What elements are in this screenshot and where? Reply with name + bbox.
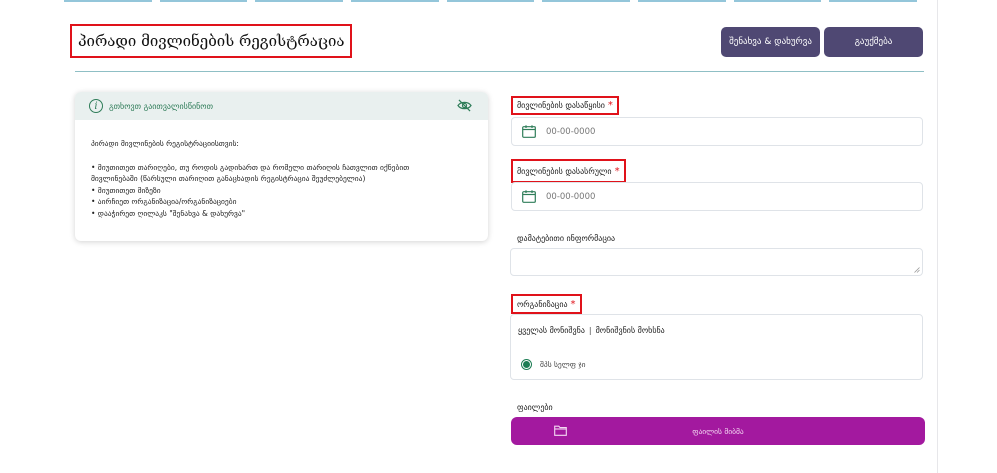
separator: |	[588, 326, 592, 335]
top-tab[interactable]	[638, 0, 726, 2]
top-tab[interactable]	[733, 0, 822, 2]
top-tab[interactable]	[829, 0, 918, 2]
organization-actions: ყველას მონიშვნა | მონიშვნის მოხსნა	[518, 326, 665, 335]
files-label: ფაილები	[517, 402, 553, 412]
end-date-label: მივლინების დასასრული *	[511, 159, 626, 183]
info-card-title: გთხოვთ გაითვალისწინოთ	[109, 101, 213, 111]
attach-file-button[interactable]: ფაილის მიბმა	[511, 417, 925, 445]
info-icon: i	[89, 99, 103, 113]
select-all-link[interactable]: ყველას მონიშვნა	[518, 326, 585, 335]
radio-selected-dot	[523, 361, 530, 368]
info-card: i გთხოვთ გაითვალისწინოთ პირადი მივლინები…	[75, 92, 488, 241]
top-tab[interactable]	[542, 0, 631, 2]
info-item: • მიუთითეთ თარიღები, თუ როდის გადიხართ დ…	[91, 162, 410, 184]
start-date-label: მივლინების დასაწყისი *	[511, 96, 619, 115]
end-date-label-text: მივლინების დასასრული	[517, 166, 612, 176]
extra-info-label: დამატებითი ინფორმაცია	[517, 233, 616, 243]
page-title: პირადი მივლინების რეგისტრაცია	[70, 24, 353, 58]
organization-option[interactable]: შპს სელფ ჯი	[521, 359, 586, 370]
top-tab[interactable]	[255, 0, 344, 2]
top-tab-strip	[64, 0, 918, 2]
resize-grip-icon[interactable]	[914, 267, 920, 273]
panel-edge	[937, 0, 938, 473]
start-date-label-text: მივლინების დასაწყისი	[517, 101, 605, 110]
top-tab[interactable]	[351, 0, 439, 2]
start-date-input[interactable]: 00-00-0000	[511, 117, 923, 146]
top-tab[interactable]	[64, 0, 152, 2]
header-divider	[75, 71, 924, 72]
top-tab[interactable]	[159, 0, 248, 2]
end-date-input[interactable]: 00-00-0000	[511, 182, 923, 211]
info-card-header: i გთხოვთ გაითვალისწინოთ	[75, 92, 488, 120]
organization-option-label[interactable]: შპს სელფ ჯი	[540, 360, 586, 369]
organization-box: ყველას მონიშვნა | მონიშვნის მოხსნა შპს სელ…	[510, 314, 923, 380]
organization-label-text: ორგანიზაცია	[517, 299, 568, 309]
required-mark: *	[570, 298, 576, 310]
info-intro: პირადი მივლინების რეგისტრაციისთვის:	[91, 139, 239, 148]
info-item: • დააჭირეთ ღილაკს "შენახვა & დახურვა"	[91, 208, 246, 218]
attach-file-label: ფაილის მიბმა	[692, 426, 744, 436]
eye-slash-icon[interactable]	[457, 99, 472, 112]
calendar-icon[interactable]	[522, 125, 536, 138]
organization-radio[interactable]	[521, 359, 532, 370]
top-tab[interactable]	[446, 0, 535, 2]
calendar-icon[interactable]	[522, 190, 536, 203]
info-card-body: პირადი მივლინების რეგისტრაციისთვის: • მი…	[75, 120, 488, 219]
extra-info-textarea[interactable]	[510, 248, 923, 276]
deselect-all-link[interactable]: მონიშვნის მოხსნა	[596, 326, 665, 335]
required-mark: *	[614, 165, 620, 177]
info-item: • აირჩიეთ ორგანიზაცია/ორგანიზაციები	[91, 197, 237, 206]
cancel-button[interactable]: გაუქმება	[824, 27, 923, 57]
organization-label: ორგანიზაცია *	[511, 294, 582, 314]
required-mark: *	[607, 100, 613, 111]
registration-page: პირადი მივლინების რეგისტრაცია შენახვა & …	[0, 0, 997, 473]
save-close-button[interactable]: შენახვა & დახურვა	[721, 27, 820, 57]
end-date-placeholder: 00-00-0000	[546, 191, 596, 202]
info-item: • მიუთითეთ მიზეზი	[91, 185, 161, 195]
start-date-placeholder: 00-00-0000	[546, 126, 596, 137]
